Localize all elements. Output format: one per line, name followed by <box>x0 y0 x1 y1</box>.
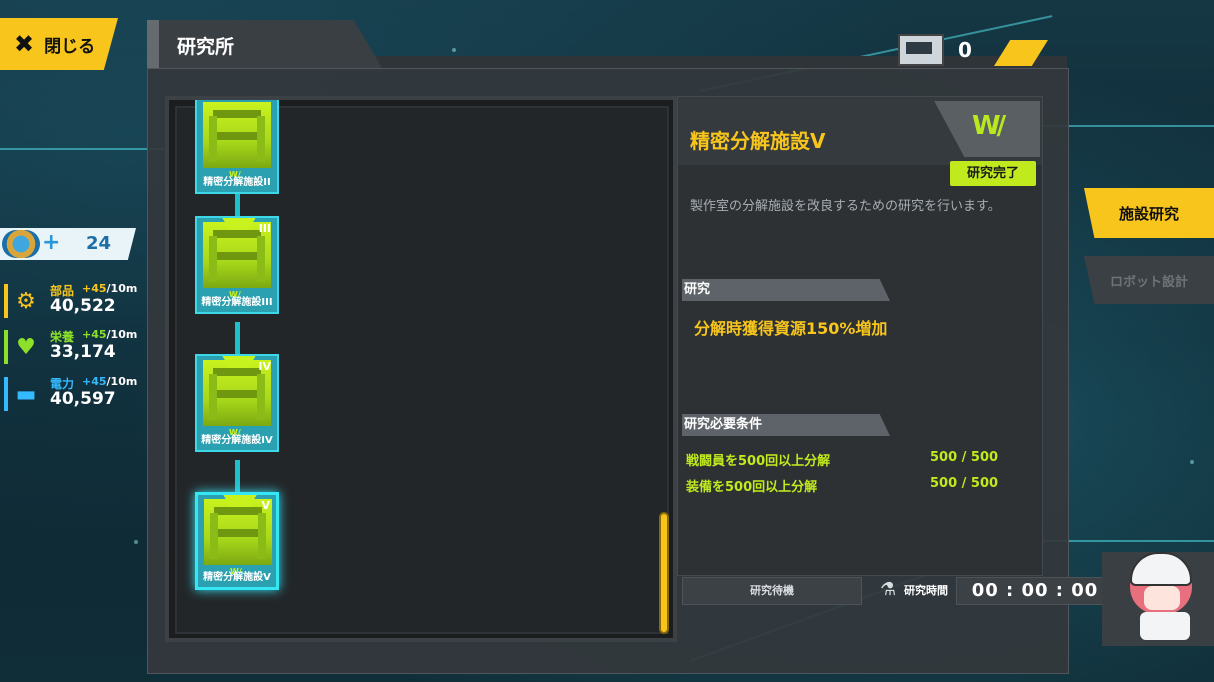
mascot-avatar[interactable] <box>1140 612 1190 640</box>
effect-section-header: 研究 <box>682 279 890 301</box>
tab-label: ロボット設計 <box>1109 274 1188 290</box>
resource-rate: +45/10m <box>82 375 137 388</box>
research-tree-list[interactable]: W/ 精密分解施設II III W/ 精密分解施設III IV W/ 精密分解施… <box>175 100 669 634</box>
rate-unit: /10m <box>106 375 138 388</box>
node-level: III <box>258 222 271 235</box>
close-icon: ✖ <box>14 30 35 58</box>
node-label: 精密分解施設V <box>203 572 271 583</box>
rate-value: +45 <box>82 282 107 295</box>
bg-dot <box>1190 460 1194 464</box>
tab-robot-design[interactable]: ロボット設計 <box>1084 256 1214 304</box>
tab-facility-research[interactable]: 施設研究 <box>1084 188 1214 238</box>
node-level: V <box>261 499 270 512</box>
research-wait-button[interactable]: 研究待機 <box>682 577 862 605</box>
ticket-icon <box>898 34 944 66</box>
tree-node-selected[interactable]: V W/ 精密分解施設V <box>195 492 279 590</box>
resource-bar <box>4 284 8 318</box>
status-badge: 研究完了 <box>950 161 1036 186</box>
requirement-text: 戦闘員を500回以上分解 <box>686 454 831 469</box>
research-time-label: 研究時間 <box>904 584 948 597</box>
robot-badge-icon <box>2 230 40 258</box>
resource-amount: 40,597 <box>50 389 116 409</box>
close-button[interactable]: ✖ 閉じる <box>0 18 118 70</box>
resource-power: ▬ 電力 +45/10m 40,597 <box>0 373 140 413</box>
close-button-label: 閉じる <box>44 36 96 57</box>
tree-node[interactable]: III W/ 精密分解施設III <box>195 216 279 314</box>
gear-icon: ⚙ <box>16 289 36 314</box>
resource-bar <box>4 377 8 411</box>
research-detail-panel: W/ 精密分解施設V 研究完了 製作室の分解施設を改良するための研究を行います。… <box>677 96 1043 576</box>
resource-rate: +45/10m <box>82 328 137 341</box>
rate-unit: /10m <box>106 282 138 295</box>
tree-scrollbar[interactable] <box>659 512 669 634</box>
currency-tag <box>994 40 1048 66</box>
node-label: 精密分解施設III <box>201 297 273 308</box>
tree-node[interactable]: W/ 精密分解施設II <box>195 100 279 194</box>
rate-unit: /10m <box>106 328 138 341</box>
node-label: 精密分解施設II <box>203 177 271 188</box>
research-title: 精密分解施設V <box>690 129 826 153</box>
resource-bar <box>4 330 8 364</box>
requirement-progress: 500 / 500 <box>930 476 999 491</box>
tree-node[interactable]: IV W/ 精密分解施設IV <box>195 354 279 452</box>
resource-amount: 40,522 <box>50 296 116 316</box>
robot-count-value: 24 <box>86 233 112 254</box>
research-time-value: 00 : 00 : 00 <box>956 577 1114 605</box>
node-label: 精密分解施設IV <box>201 435 273 446</box>
requirement-text: 装備を500回以上分解 <box>686 480 818 495</box>
plus-icon: + <box>42 230 61 255</box>
rate-value: +45 <box>82 328 107 341</box>
header-stripe <box>147 20 159 68</box>
microscope-icon: ⚗ <box>880 579 897 600</box>
tab-label: 施設研究 <box>1118 204 1179 223</box>
resource-rate: +45/10m <box>82 282 137 295</box>
robot-count: + 24 <box>0 228 136 260</box>
currency-value: 0 <box>958 38 972 62</box>
currency-display: 0 <box>898 32 1048 66</box>
bg-dot <box>134 540 138 544</box>
research-description: 製作室の分解施設を改良するための研究を行います。 <box>690 199 1001 214</box>
research-tree-panel[interactable]: W/ 精密分解施設II III W/ 精密分解施設III IV W/ 精密分解施… <box>165 96 677 642</box>
research-effect: 分解時獲得資源150%増加 <box>694 319 888 338</box>
brand-logo-text: W/ <box>972 111 1006 141</box>
resource-amount: 33,174 <box>50 342 116 362</box>
mascot-face <box>1144 586 1180 610</box>
battery-icon: ▬ <box>15 382 37 407</box>
rate-value: +45 <box>82 375 107 388</box>
requirement-progress: 500 / 500 <box>930 450 999 465</box>
resource-nutrition: ♥ 栄養 +45/10m 33,174 <box>0 326 140 366</box>
resource-parts: ⚙ 部品 +45/10m 40,522 <box>0 280 140 320</box>
facility-art-icon <box>203 102 271 168</box>
requirements-section-header: 研究必要条件 <box>682 414 890 436</box>
page-title: 研究所 <box>177 36 235 58</box>
node-level: IV <box>258 360 271 373</box>
nutrition-icon: ♥ <box>16 335 36 360</box>
